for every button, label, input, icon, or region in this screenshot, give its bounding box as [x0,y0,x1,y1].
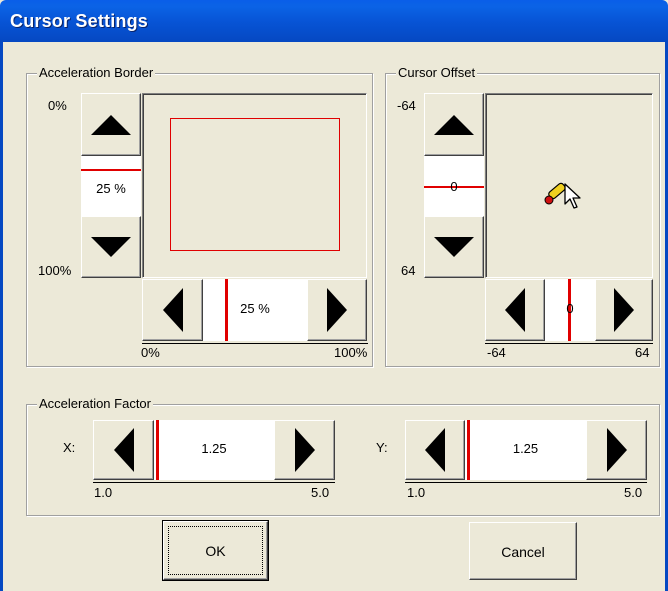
triangle-down-icon [91,237,131,257]
border-vertical-value-box: 25 % [81,156,141,216]
offset-horizontal-right-button[interactable] [595,279,653,341]
border-vertical-up-button[interactable] [81,93,141,156]
offset-vertical-max-label: 64 [401,263,416,278]
triangle-left-icon [162,288,183,332]
offset-horizontal-left-button[interactable] [485,279,545,341]
pen-arrow-cursor-icon [544,182,581,209]
factor-x-min-label: 1.0 [94,485,113,500]
cancel-button[interactable]: Cancel [469,522,577,580]
triangle-right-icon [614,288,634,332]
border-horizontal-left-button[interactable] [142,279,203,341]
factor-y-min-label: 1.0 [407,485,426,500]
factor-y-left-button[interactable] [405,420,465,480]
factor-x-right-button[interactable] [274,420,335,480]
factor-x-max-label: 5.0 [311,485,330,500]
factor-y-right-button[interactable] [586,420,647,480]
border-preview-area [142,93,367,278]
triangle-down-icon [434,237,474,257]
acceleration-factor-label: Acceleration Factor [37,396,153,412]
offset-horizontal-max-label: 64 [635,345,650,360]
window-title: Cursor Settings [10,11,149,31]
cursor-offset-label: Cursor Offset [396,65,478,81]
factor-x-left-button[interactable] [93,420,154,480]
triangle-right-icon [294,428,315,472]
offset-vertical-up-button[interactable] [424,93,484,156]
border-horizontal-scale-line [142,343,368,344]
triangle-left-icon [425,428,445,472]
border-horizontal-min-label: 0% [141,345,160,360]
factor-x-label: X: [63,440,76,455]
factor-x-scale-line [93,482,335,483]
triangle-left-icon [505,288,525,332]
triangle-up-icon [434,114,474,135]
offset-vertical-min-label: -64 [397,98,416,113]
acceleration-border-rect [170,118,340,251]
border-horizontal-max-label: 100% [334,345,368,360]
border-horizontal-right-button[interactable] [307,279,367,341]
offset-horizontal-value: 0 [566,301,574,316]
factor-y-label: Y: [376,440,388,455]
factor-y-value-box: 1.25 [465,420,586,480]
factor-y-value: 1.25 [512,441,539,456]
border-vertical-max-label: 100% [38,263,72,278]
offset-horizontal-value-box: 0 [545,279,595,341]
triangle-right-icon [606,428,627,472]
triangle-left-icon [113,428,134,472]
offset-vertical-value-box: 0 [424,156,484,216]
offset-vertical-value: 0 [450,179,458,194]
triangle-up-icon [91,114,131,135]
factor-y-max-label: 5.0 [624,485,643,500]
triangle-right-icon [327,288,347,332]
offset-horizontal-scale-line [485,343,653,344]
acceleration-border-label: Acceleration Border [37,65,156,81]
offset-horizontal-min-label: -64 [487,345,506,360]
ok-button-label: OK [205,543,226,559]
ok-button[interactable]: OK [162,520,269,581]
factor-x-value-box: 1.25 [154,420,274,480]
offset-preview-area [485,93,653,278]
border-horizontal-value: 25 % [240,301,270,316]
factor-x-value: 1.25 [201,441,227,456]
title-bar[interactable]: Cursor Settings [0,0,668,42]
border-vertical-min-label: 0% [48,98,67,113]
border-vertical-down-button[interactable] [81,216,141,278]
border-horizontal-value-box: 25 % [203,279,307,341]
border-vertical-value: 25 % [96,181,126,196]
cancel-button-label: Cancel [501,544,545,560]
factor-y-scale-line [405,482,647,483]
offset-vertical-down-button[interactable] [424,216,484,278]
border-vertical-indicator [81,169,141,171]
